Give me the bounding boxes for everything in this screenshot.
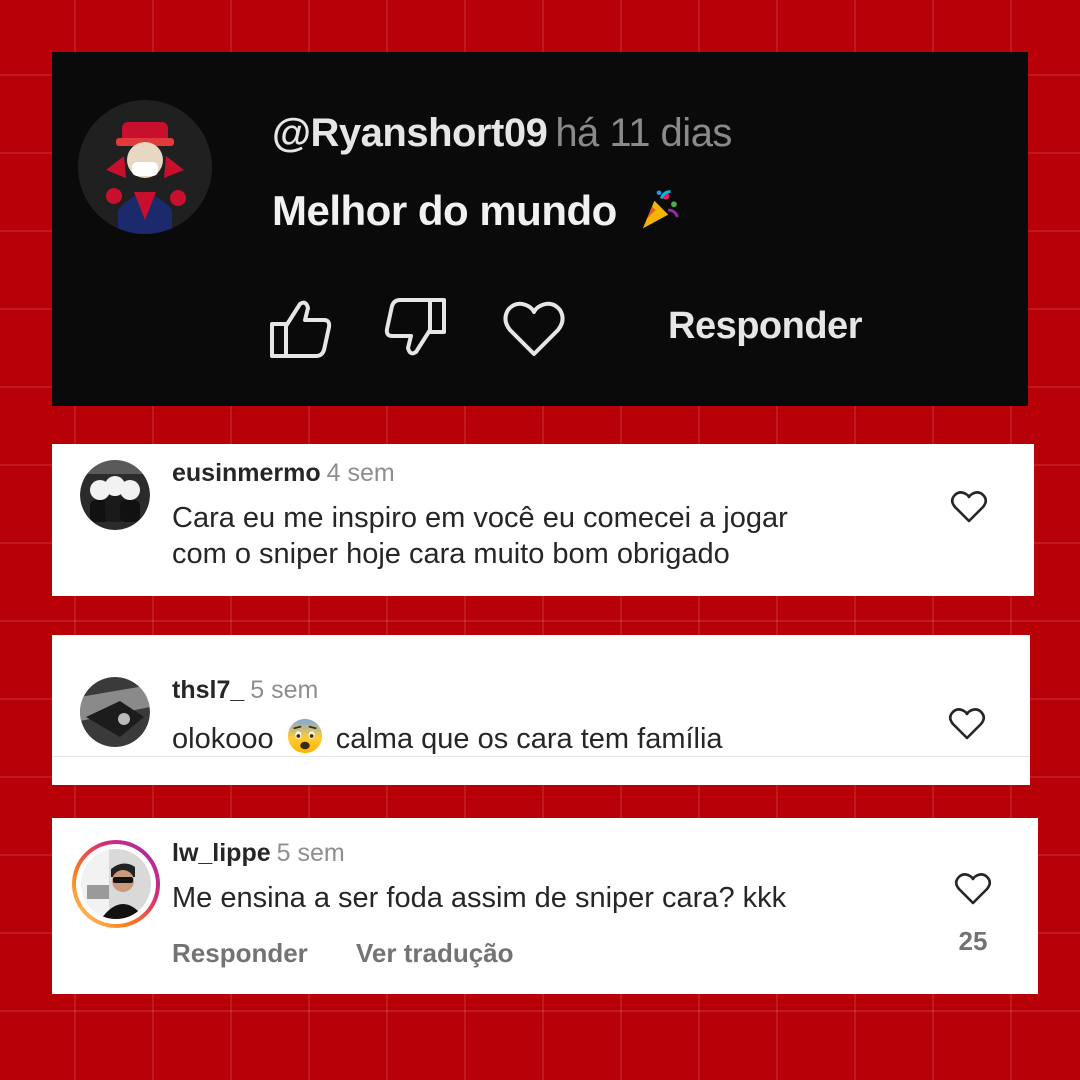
comment-header: lw_lippe 5 sem: [172, 838, 345, 868]
comment-text-content: Melhor do mundo: [272, 187, 617, 234]
heart-icon[interactable]: [948, 707, 986, 741]
comment-time: 5 sem: [276, 839, 345, 867]
instagram-comment-card: lw_lippe 5 sem Me ensina a ser foda assim…: [52, 818, 1038, 994]
avatar[interactable]: [80, 460, 150, 530]
comment-text-after: calma que os cara tem família: [335, 723, 723, 755]
party-popper-icon: [642, 190, 679, 229]
username[interactable]: eusinmermo: [172, 459, 321, 487]
avatar[interactable]: [80, 677, 150, 747]
comment-time: 4 sem: [326, 459, 395, 487]
comment-text-line-1: Cara eu me inspiro em você eu comecei a …: [172, 502, 788, 534]
username[interactable]: thsl7_: [172, 676, 244, 704]
comment-text-line-2: com o sniper hoje cara muito bom obrigad…: [172, 538, 730, 570]
fearful-face-icon: [287, 718, 322, 754]
username[interactable]: @Ryanshort09: [272, 111, 548, 155]
dislike-icon[interactable]: [382, 296, 448, 358]
story-ring[interactable]: [72, 840, 160, 928]
heart-icon[interactable]: [950, 490, 988, 524]
comment-text: Me ensina a ser foda assim de sniper car…: [172, 882, 787, 914]
comment-text: olokooo calma que os cara tem família: [172, 717, 723, 757]
avatar[interactable]: [78, 100, 212, 234]
comment-time: 5 sem: [250, 676, 319, 704]
comment-time: há 11 dias: [555, 111, 732, 155]
reply-button[interactable]: Responder: [172, 938, 308, 969]
avatar[interactable]: [81, 849, 151, 919]
comment-header: @Ryanshort09 há 11 dias: [272, 110, 732, 156]
see-translation-button[interactable]: Ver tradução: [356, 938, 514, 969]
like-count: 25: [958, 926, 988, 956]
username[interactable]: lw_lippe: [172, 839, 271, 867]
instagram-comment-card: thsl7_ 5 sem olokooo calma que os cara te…: [52, 635, 1030, 785]
instagram-comment-card: eusinmermo 4 sem Cara eu me inspiro em vo…: [52, 444, 1034, 596]
divider: [52, 756, 1030, 757]
comment-text: Melhor do mundo: [272, 186, 682, 236]
heart-icon[interactable]: [954, 872, 992, 906]
youtube-comment-card: @Ryanshort09 há 11 dias Melhor do mundo R…: [52, 52, 1028, 406]
reply-button[interactable]: Responder: [668, 304, 862, 348]
comment-header: thsl7_ 5 sem: [172, 675, 318, 705]
comment-text-before: olokooo: [172, 723, 274, 755]
heart-icon[interactable]: [502, 298, 566, 358]
comment-header: eusinmermo 4 sem: [172, 458, 395, 488]
like-icon[interactable]: [268, 298, 334, 360]
